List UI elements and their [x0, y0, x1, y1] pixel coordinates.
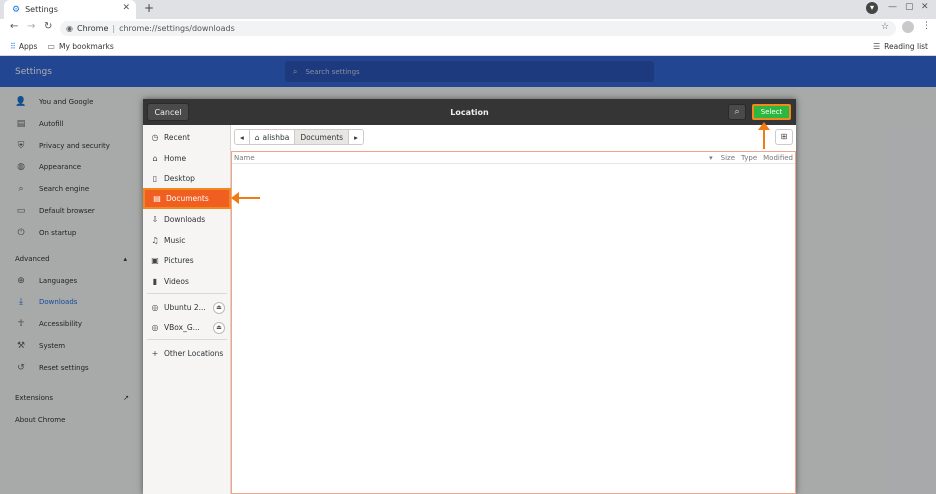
home-icon: ⌂: [152, 154, 158, 163]
close-tab-icon[interactable]: ✕: [122, 3, 130, 13]
column-type[interactable]: Type: [741, 154, 757, 162]
place-home[interactable]: ⌂ Home: [143, 148, 231, 169]
bookmark-star-icon[interactable]: ☆: [881, 22, 889, 32]
new-tab-button[interactable]: +: [144, 1, 154, 15]
reload-icon[interactable]: ↻: [44, 21, 52, 32]
reading-list-link[interactable]: Reading list: [884, 42, 928, 51]
music-icon: ♫: [151, 236, 159, 245]
path-home-button[interactable]: ⌂ alishba: [250, 130, 296, 144]
place-pictures[interactable]: ▣ Pictures: [143, 250, 231, 271]
home-icon: ⌂: [254, 132, 260, 142]
picture-icon: ▣: [151, 256, 159, 265]
cancel-button[interactable]: Cancel: [147, 103, 189, 121]
avatar[interactable]: [902, 21, 914, 33]
chrome-icon: ◉: [66, 24, 73, 33]
document-icon: ▤: [153, 194, 161, 203]
maximize-icon[interactable]: ▢: [905, 2, 914, 12]
annotation-arrow-documents: [236, 197, 260, 199]
back-icon[interactable]: ←: [10, 21, 18, 32]
forward-icon[interactable]: →: [27, 21, 35, 32]
divider: [147, 293, 227, 294]
plus-icon: +: [151, 349, 159, 358]
my-bookmarks-link[interactable]: My bookmarks: [59, 42, 114, 51]
download-icon: ⇩: [151, 215, 159, 224]
column-name[interactable]: Name: [234, 154, 255, 162]
tab-title: Settings: [25, 5, 58, 14]
search-icon[interactable]: ⌕: [728, 104, 746, 120]
column-header: Name ▾ Size Type Modified: [232, 152, 795, 164]
reading-list-icon: ☰: [872, 42, 881, 51]
place-other-locations[interactable]: + Other Locations: [143, 343, 231, 364]
file-list[interactable]: Name ▾ Size Type Modified: [231, 151, 796, 494]
column-size[interactable]: Size: [721, 154, 735, 162]
path-current-button[interactable]: Documents: [295, 130, 350, 144]
eject-icon[interactable]: ⏏: [213, 301, 225, 314]
tab-strip: [0, 0, 936, 19]
bookmarks-bar: ⠿ Apps ▭ My bookmarks ☰ Reading list: [0, 38, 936, 56]
annotation-arrow-select: [763, 127, 765, 149]
tab-settings[interactable]: ⚙ Settings ✕: [4, 0, 136, 19]
place-downloads[interactable]: ⇩ Downloads: [143, 209, 231, 230]
places-sidebar: ◷ Recent ⌂ Home ▯ Desktop ▤ Documents ⇩ Downl…: [143, 125, 231, 494]
new-folder-icon[interactable]: ⊞: [775, 129, 793, 145]
apps-link[interactable]: Apps: [19, 42, 38, 51]
apps-icon[interactable]: ⠿: [10, 42, 16, 51]
eject-icon[interactable]: ⏏: [213, 321, 225, 334]
place-music[interactable]: ♫ Music: [143, 230, 231, 251]
file-chooser-dialog: Location Cancel ⌕ Select ◷ Recent ⌂ Home ▯…: [143, 99, 796, 494]
annotation-arrowhead-left: [231, 192, 239, 204]
place-recent[interactable]: ◷ Recent: [143, 127, 231, 148]
sort-down-icon: ▾: [709, 153, 713, 162]
select-button[interactable]: Select: [752, 104, 791, 120]
place-ubuntu-drive[interactable]: ◎ Ubuntu 2... ⏏: [143, 297, 231, 318]
close-window-icon[interactable]: ✕: [921, 2, 929, 12]
divider: [147, 339, 227, 340]
place-vbox-drive[interactable]: ◎ VBox_G... ⏏: [143, 317, 231, 338]
place-desktop[interactable]: ▯ Desktop: [143, 168, 231, 189]
path-bar: ◂ ⌂ alishba Documents ▸: [234, 129, 364, 145]
minimize-icon[interactable]: —: [888, 2, 897, 12]
disc-icon: ◎: [151, 303, 159, 312]
annotation-arrowhead-up: [758, 122, 770, 130]
tab-search-icon[interactable]: ▾: [866, 2, 878, 14]
address-site: Chrome: [76, 24, 109, 33]
column-modified[interactable]: Modified: [763, 154, 793, 162]
address-bar[interactable]: ◉ Chrome | chrome://settings/downloads: [60, 21, 896, 36]
gear-icon: ⚙: [12, 4, 21, 15]
place-videos[interactable]: ▮ Videos: [143, 271, 231, 292]
disc-icon: ◎: [151, 323, 159, 332]
path-forward-button[interactable]: ▸: [349, 130, 363, 144]
menu-icon[interactable]: ⋮: [922, 21, 931, 31]
place-documents[interactable]: ▤ Documents: [143, 188, 231, 209]
video-icon: ▮: [152, 277, 158, 286]
dialog-title: Location: [450, 107, 489, 117]
path-back-button[interactable]: ◂: [235, 130, 250, 144]
clock-icon: ◷: [151, 133, 159, 142]
address-url: chrome://settings/downloads: [119, 24, 235, 33]
desktop-icon: ▯: [152, 174, 158, 183]
folder-icon: ▭: [47, 42, 55, 51]
